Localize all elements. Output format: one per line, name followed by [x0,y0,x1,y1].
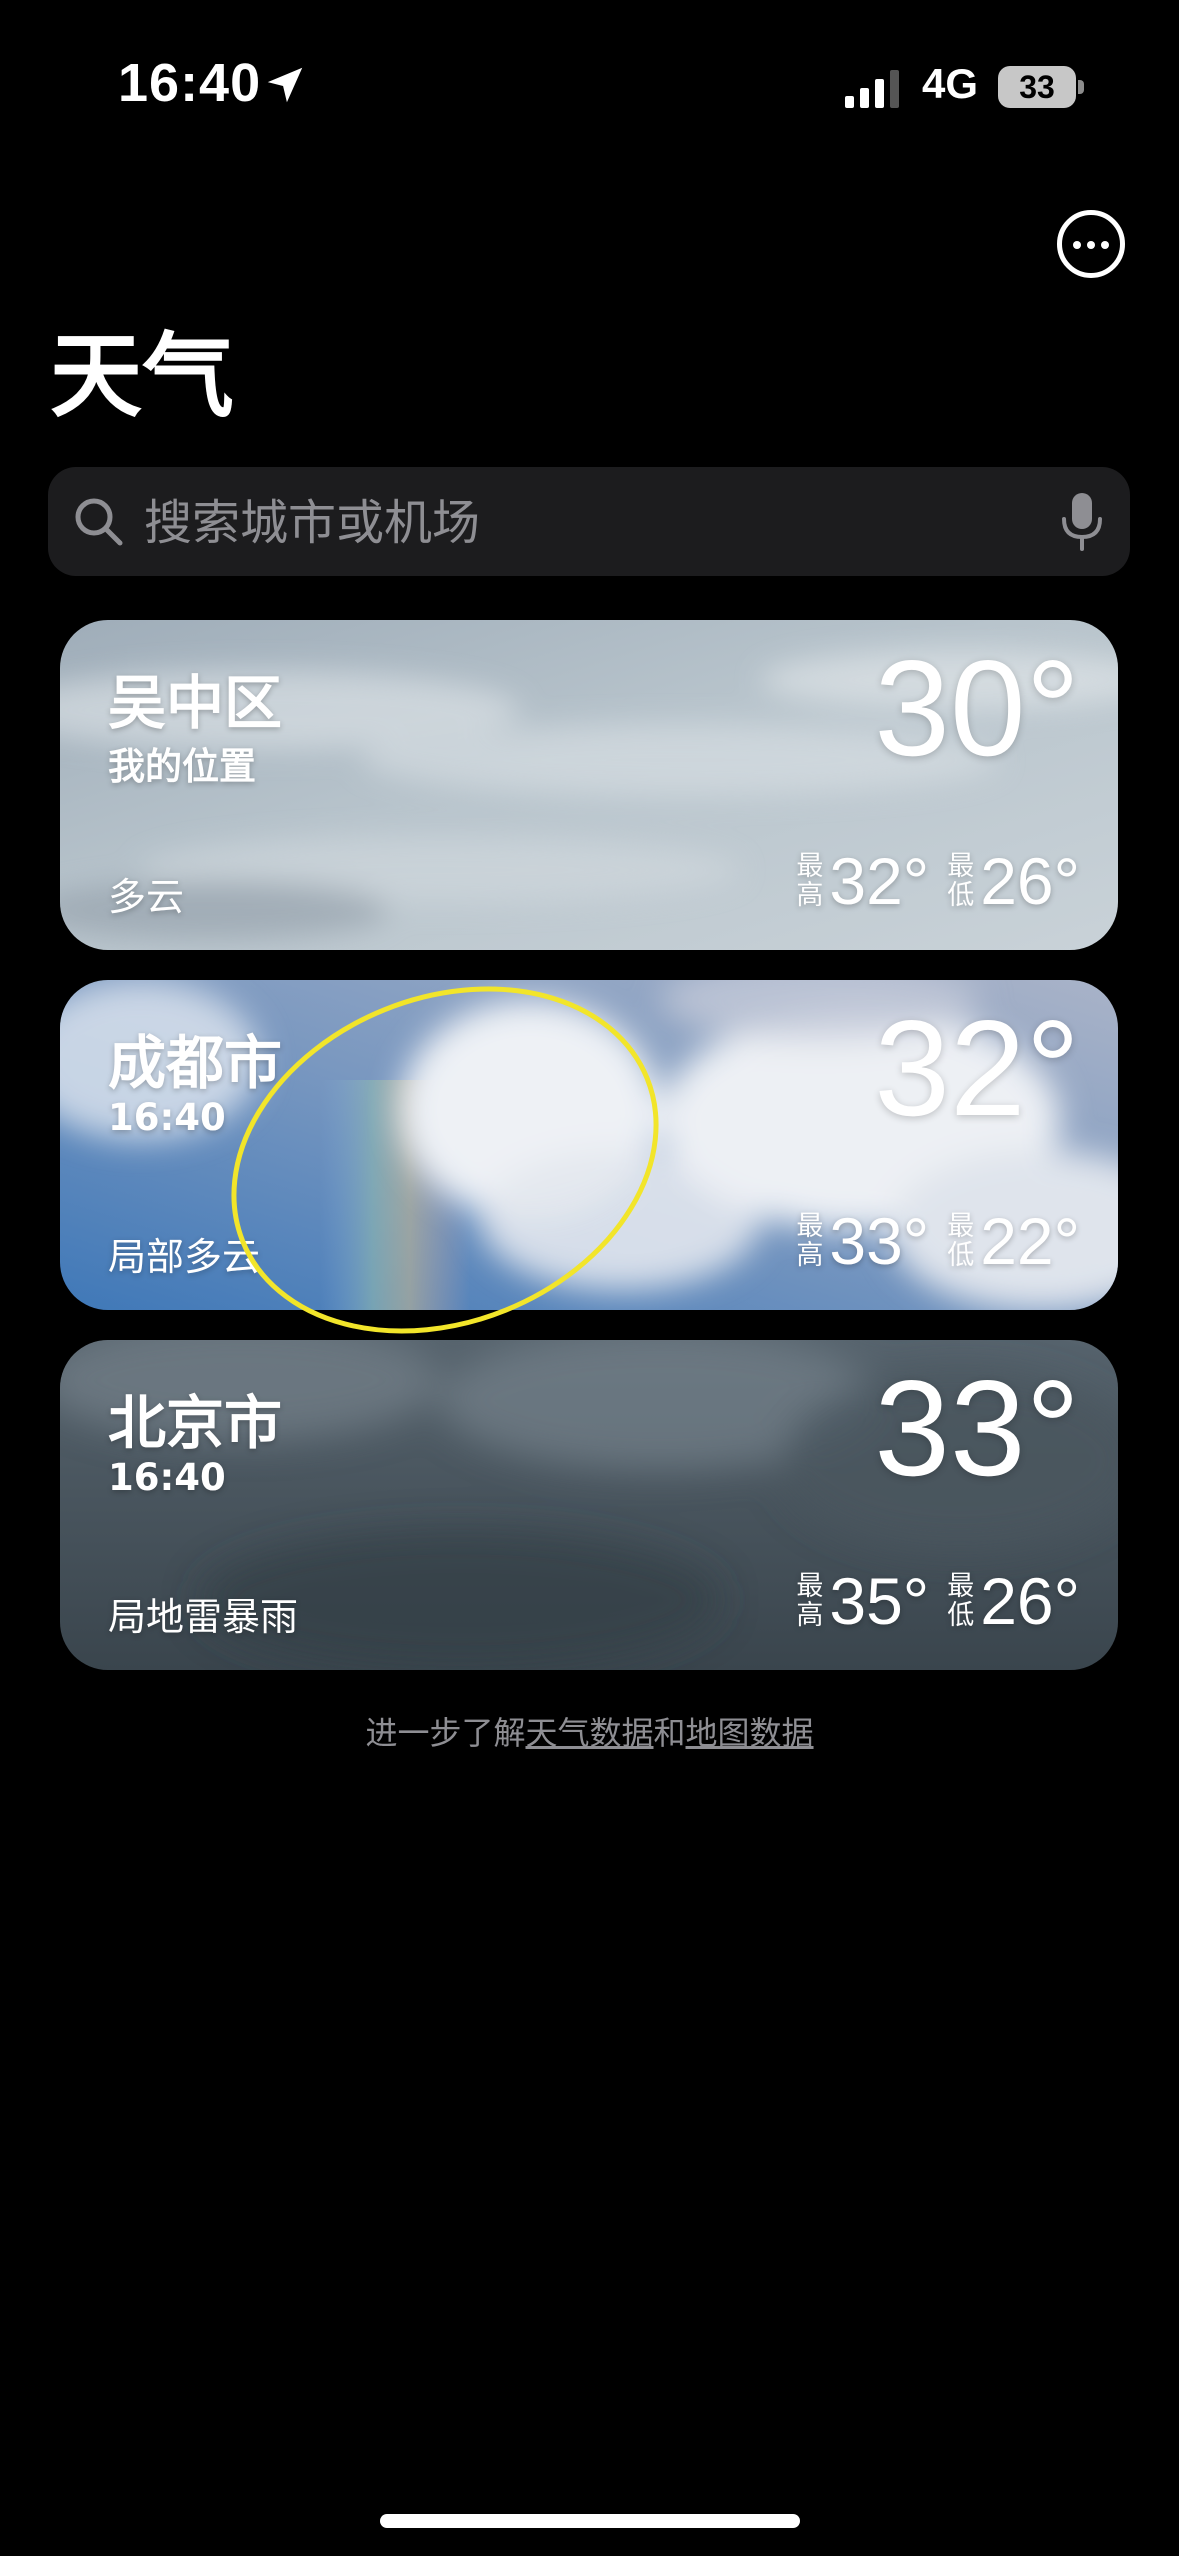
low-label: 最 低 [947,1211,975,1271]
attribution-and: 和 [653,1714,686,1752]
search-icon [75,498,123,546]
search-bar[interactable] [48,467,1130,578]
battery-icon: 33 [998,66,1076,108]
low-temperature: 22° [980,1204,1080,1278]
low-temperature: 26° [980,1564,1080,1638]
attribution-prefix: 进一步了解 [365,1714,526,1752]
high-temperature: 33° [829,1204,930,1278]
city-subtitle: 我的位置 [108,745,256,788]
high-low-temperature: 最 高 35° 最 低 26° [796,1564,1080,1638]
low-temperature: 26° [980,844,1080,918]
weather-condition: 局地雷暴雨 [108,1595,299,1639]
high-label: 最 高 [796,851,824,911]
cellular-signal-icon [845,70,899,108]
more-dot-icon [1101,241,1109,249]
more-dot-icon [1073,241,1081,249]
high-label: 最 高 [796,1571,824,1631]
map-data-link[interactable]: 地图数据 [686,1714,814,1752]
current-temperature: 33° [874,1352,1080,1504]
data-attribution: 进一步了解天气数据和地图数据 [0,1708,1179,1754]
high-temperature: 32° [829,844,930,918]
current-temperature: 30° [874,632,1080,784]
high-label: 最 高 [796,1211,824,1271]
city-name: 吴中区 [108,669,283,737]
high-low-temperature: 最 高 32° 最 低 26° [796,844,1080,918]
city-local-time: 16:40 [108,1096,226,1139]
battery-level: 33 [1019,69,1055,105]
city-local-time: 16:40 [108,1456,226,1499]
low-label: 最 低 [947,851,975,911]
search-input[interactable] [142,467,1046,578]
battery-cap [1078,80,1084,94]
page-title: 天气 [50,323,235,430]
status-time: 16:40 [118,53,262,113]
weather-condition: 多云 [108,875,185,919]
high-low-temperature: 最 高 33° 最 低 22° [796,1204,1080,1278]
more-dot-icon [1087,241,1095,249]
network-type: 4G [922,60,979,107]
city-name: 北京市 [108,1389,283,1457]
city-card-beijing[interactable]: 北京市 16:40 局地雷暴雨 33° 最 高 35° 最 低 26° [60,1340,1118,1670]
weather-condition: 局部多云 [108,1235,261,1279]
low-label: 最 低 [947,1571,975,1631]
weather-data-link[interactable]: 天气数据 [525,1714,653,1752]
location-arrow-icon [267,67,303,103]
status-bar: 16:40 4G 33 [0,0,1179,160]
city-card-chengdu[interactable]: 成都市 16:40 局部多云 32° 最 高 33° 最 低 22° [60,980,1118,1310]
city-card-wuzhong[interactable]: 吴中区 我的位置 多云 30° 最 高 32° 最 低 26° [60,620,1118,950]
high-temperature: 35° [829,1564,930,1638]
current-temperature: 32° [874,992,1080,1144]
home-indicator[interactable] [380,2514,800,2528]
microphone-icon[interactable] [1058,491,1106,553]
city-name: 成都市 [108,1029,283,1097]
more-options-button[interactable] [1057,210,1125,278]
